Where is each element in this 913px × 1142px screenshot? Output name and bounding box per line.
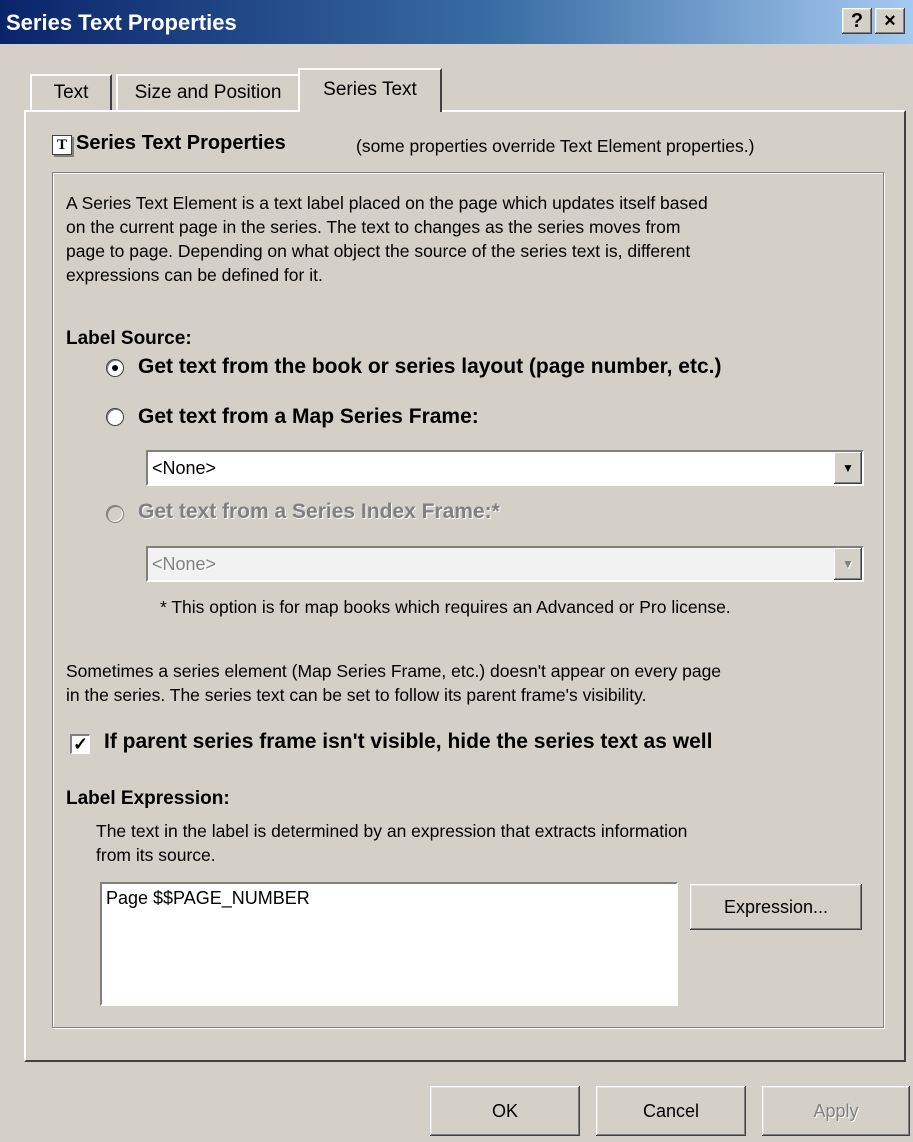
map-series-frame-combo[interactable]: <None> ▼ (146, 450, 864, 486)
visibility-text: Sometimes a series element (Map Series F… (66, 661, 722, 681)
series-index-frame-combo[interactable]: <None> ▼ (146, 546, 864, 582)
ok-button[interactable]: OK (430, 1086, 580, 1136)
hide-series-text-label[interactable]: If parent series frame isn't visible, hi… (104, 730, 712, 754)
close-button[interactable]: × (875, 8, 905, 34)
help-button[interactable]: ? (842, 8, 872, 34)
label-expression-heading: Label Expression: (66, 788, 230, 809)
section-title: Series Text Properties (76, 132, 286, 154)
series-index-frame-value: <None> (152, 554, 217, 574)
map-series-frame-value: <None> (152, 458, 217, 478)
tab-size-and-position[interactable]: Size and Position (116, 74, 300, 110)
expression-button[interactable]: Expression... (690, 884, 862, 930)
tab-series-text[interactable]: Series Text (298, 68, 442, 112)
chevron-down-icon[interactable]: ▼ (834, 548, 862, 580)
description-line: page to page. Depending on what object t… (66, 241, 691, 261)
radio-map-series-frame-label[interactable]: Get text from a Map Series Frame: (138, 405, 479, 429)
section-note: (some properties override Text Element p… (356, 136, 755, 156)
license-note: * This option is for map books which req… (160, 597, 731, 617)
label-expression-text: from its source. (96, 845, 216, 865)
text-element-icon: T (52, 135, 72, 155)
label-expression-text: The text in the label is determined by a… (96, 821, 688, 841)
radio-book-layout-label[interactable]: Get text from the book or series layout … (138, 355, 721, 379)
label-source-heading: Label Source: (66, 328, 192, 349)
radio-map-series-frame[interactable] (106, 408, 124, 426)
chevron-down-icon[interactable]: ▼ (834, 452, 862, 484)
visibility-text: in the series. The series text can be se… (66, 685, 647, 705)
hide-series-text-checkbox[interactable]: ✓ (70, 734, 90, 754)
tab-text[interactable]: Text (30, 74, 112, 110)
window-title: Series Text Properties (6, 10, 237, 35)
description-line: A Series Text Element is a text label pl… (66, 193, 708, 213)
radio-series-index-frame-label[interactable]: Get text from a Series Index Frame:* (138, 500, 500, 524)
cancel-button[interactable]: Cancel (596, 1086, 746, 1136)
apply-button[interactable]: Apply (762, 1086, 910, 1136)
radio-series-index-frame[interactable] (106, 505, 124, 523)
description-line: on the current page in the series. The t… (66, 217, 681, 237)
label-expression-textarea[interactable]: Page $$PAGE_NUMBER (100, 882, 678, 1006)
radio-book-layout[interactable] (106, 359, 124, 377)
description-line: expressions can be defined for it. (66, 265, 323, 285)
